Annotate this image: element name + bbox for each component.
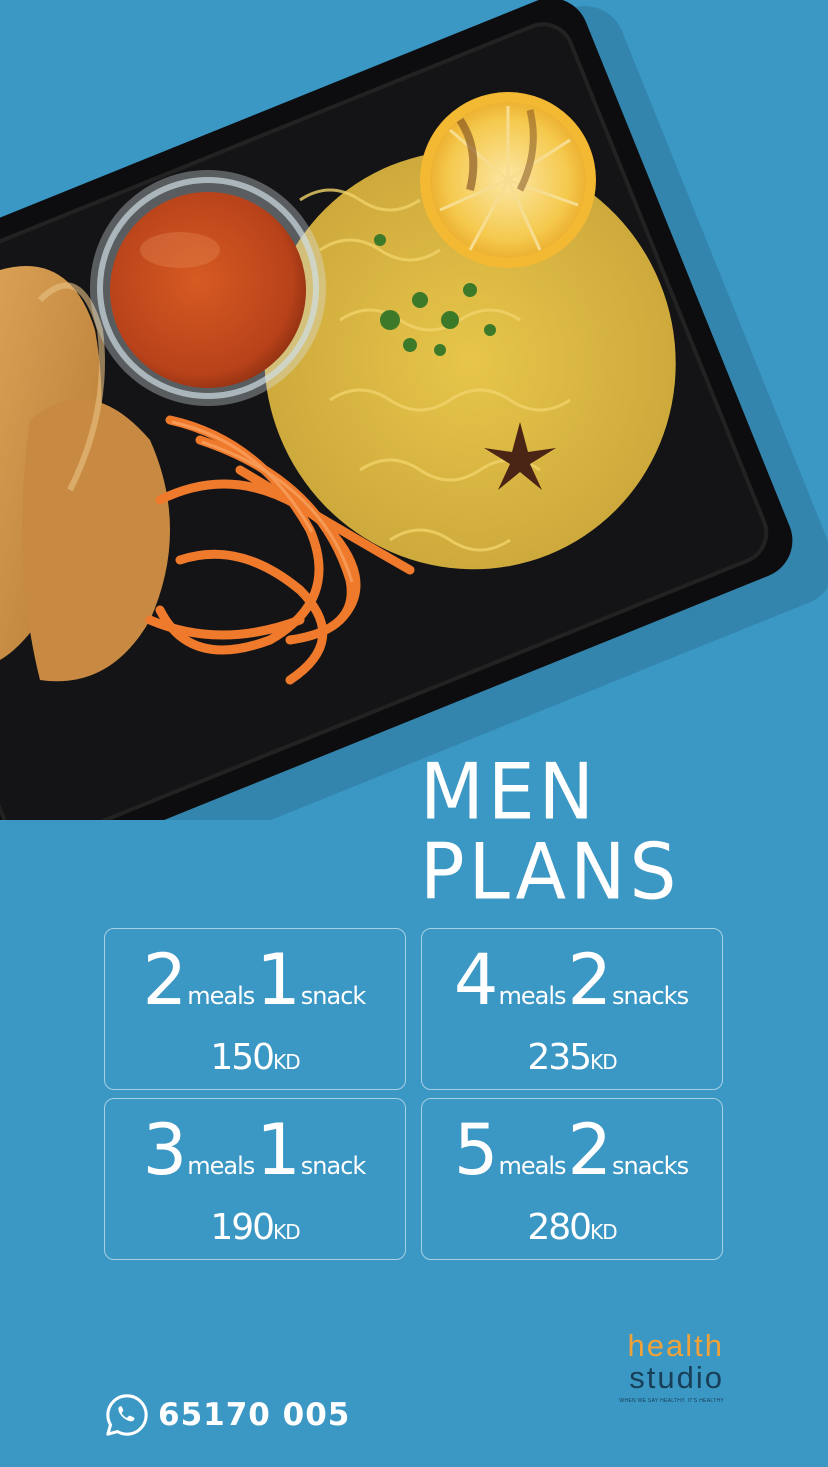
whatsapp-icon <box>106 1394 148 1436</box>
plan-card[interactable]: 5meals2snacks 280KD <box>421 1098 723 1260</box>
plan-snacks-count: 2 <box>567 1109 613 1191</box>
plan-summary: 5meals2snacks <box>422 1109 722 1191</box>
title-line-2: PLANS <box>420 826 681 918</box>
plan-price: 235KD <box>422 1037 722 1078</box>
plan-card[interactable]: 3meals1snack 190KD <box>104 1098 406 1260</box>
plan-meals-count: 2 <box>142 939 188 1021</box>
plan-meals-label: meals <box>498 982 566 1010</box>
plan-meals-label: meals <box>187 1152 255 1180</box>
meal-tray-image <box>0 0 828 820</box>
plan-summary: 3meals1snack <box>105 1109 405 1191</box>
plan-price-currency: KD <box>273 1050 300 1074</box>
plan-snacks-label: snacks <box>612 1152 689 1180</box>
plan-snacks-label: snack <box>300 982 367 1010</box>
plan-snacks-label: snacks <box>612 982 689 1010</box>
plan-summary: 4meals2snacks <box>422 939 722 1021</box>
contact-phone[interactable]: 65170 005 <box>104 1392 350 1438</box>
plans-grid: 2meals1snack 150KD 4meals2snacks 235KD 3… <box>104 928 724 1262</box>
page-title: MEN PLANS <box>420 746 681 918</box>
plan-summary: 2meals1snack <box>105 939 405 1021</box>
plan-price-value: 235 <box>527 1037 592 1078</box>
brand-logo: health studio WHEN WE SAY HEALTHY, IT'S … <box>596 1328 736 1405</box>
plan-snacks-label: snack <box>300 1152 367 1180</box>
plan-card[interactable]: 2meals1snack 150KD <box>104 928 406 1090</box>
plan-snacks-count: 1 <box>256 939 301 1021</box>
plan-price-value: 280 <box>527 1207 592 1248</box>
plan-meals-label: meals <box>498 1152 566 1180</box>
title-line-1: MEN <box>420 746 598 838</box>
promo-page: MEN PLANS 2meals1snack 150KD 4meals2snac… <box>0 0 828 1467</box>
phone-number: 65170 005 <box>158 1397 351 1433</box>
brand-word-health: health <box>627 1328 724 1363</box>
plan-price: 190KD <box>105 1207 405 1248</box>
plan-snacks-count: 2 <box>567 939 613 1021</box>
plan-price-currency: KD <box>590 1220 617 1244</box>
plan-price-currency: KD <box>273 1220 300 1244</box>
plan-meals-count: 5 <box>453 1109 499 1191</box>
plan-price-currency: KD <box>590 1050 617 1074</box>
plan-snacks-count: 1 <box>256 1109 301 1191</box>
brand-tagline: WHEN WE SAY HEALTHY, IT'S HEALTHY <box>619 1398 724 1404</box>
plan-meals-count: 4 <box>453 939 499 1021</box>
plan-meals-label: meals <box>187 982 255 1010</box>
plan-price-value: 150 <box>210 1037 275 1078</box>
plan-price-value: 190 <box>210 1207 275 1248</box>
plan-card[interactable]: 4meals2snacks 235KD <box>421 928 723 1090</box>
plan-price: 280KD <box>422 1207 722 1248</box>
plan-meals-count: 3 <box>142 1109 188 1191</box>
plan-price: 150KD <box>105 1037 405 1078</box>
brand-word-studio: studio <box>629 1360 724 1395</box>
